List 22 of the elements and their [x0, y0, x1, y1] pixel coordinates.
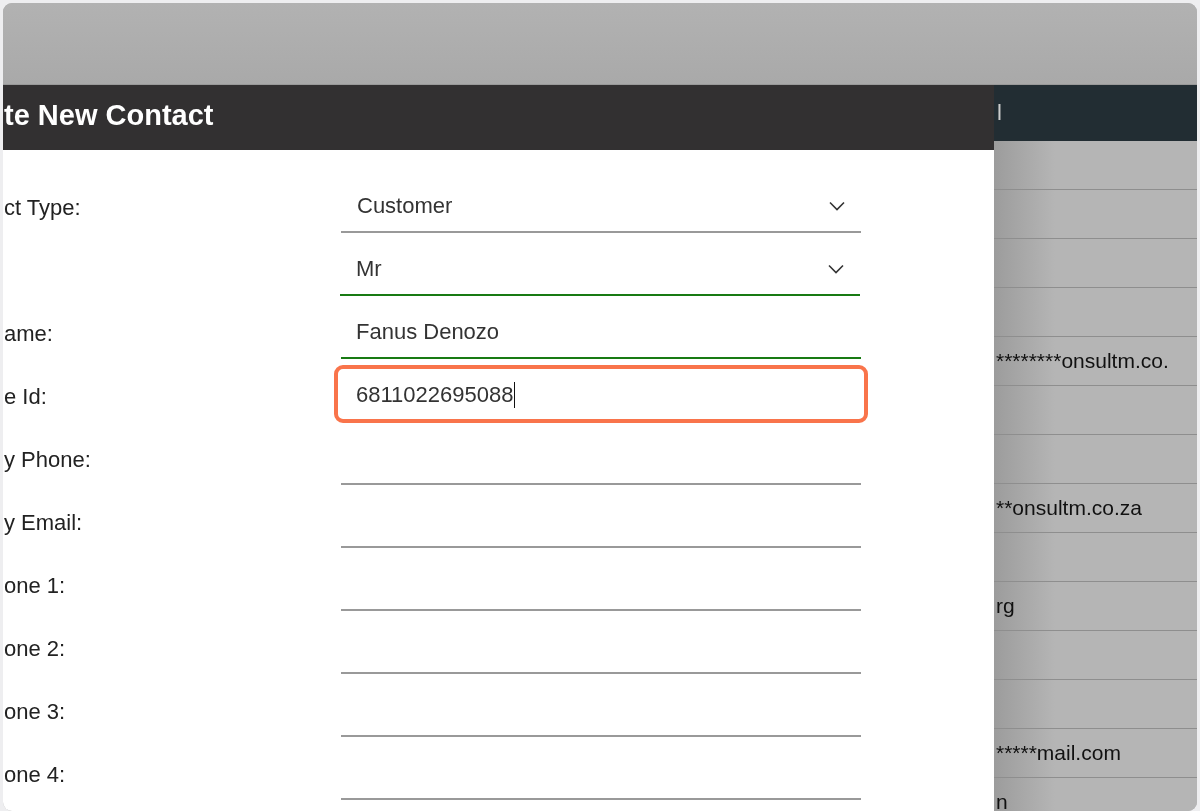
table-cell: **onsultm.co.za — [996, 496, 1142, 520]
table-cell: *****mail.com — [996, 741, 1121, 765]
field-label: y Email: — [4, 508, 84, 536]
chevron-down-icon — [828, 264, 844, 274]
field-label: one 2: — [4, 634, 67, 662]
field-label: e Id: — [4, 382, 48, 410]
input-field[interactable]: 6811022695088 — [341, 370, 861, 422]
field-label: ct Type: — [4, 193, 82, 221]
field-label: one 3: — [4, 697, 67, 725]
column-header: l — [997, 100, 1002, 126]
table-cell: n — [996, 790, 1008, 811]
table-cell: ********onsultm.co. — [996, 349, 1169, 373]
chevron-down-icon — [829, 201, 845, 211]
select-field[interactable]: Mr — [340, 244, 860, 296]
input-field[interactable]: Fanus Denozo — [341, 307, 861, 359]
select-field[interactable]: Customer — [341, 181, 861, 233]
field-label: y Phone: — [4, 445, 92, 473]
table-cell: rg — [996, 594, 1015, 618]
field-label: ame: — [4, 319, 54, 347]
field-label: one 1: — [4, 571, 67, 599]
dialog-title: te New Contact — [4, 99, 214, 132]
field-label: one 4: — [4, 760, 67, 788]
